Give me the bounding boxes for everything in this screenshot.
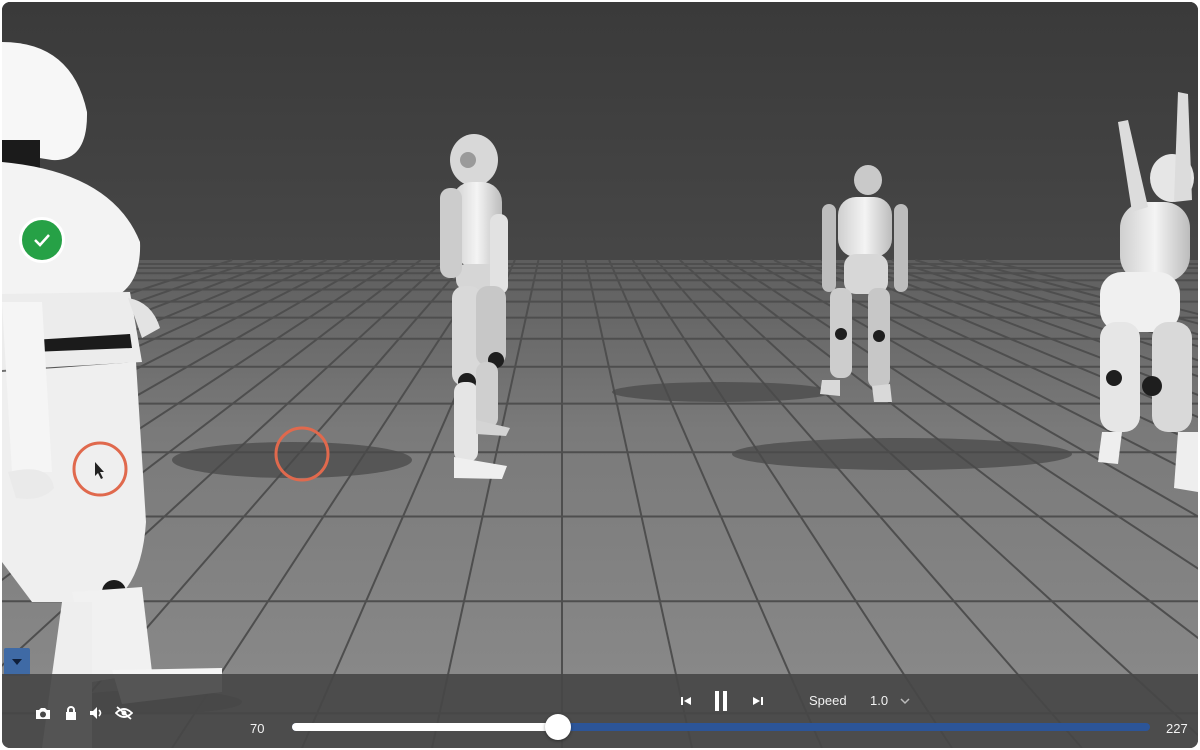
frame-end-label: 227: [1166, 721, 1188, 736]
playback-bar: [2, 674, 1198, 748]
volume-icon[interactable]: [88, 704, 106, 722]
3d-viewport[interactable]: [2, 2, 1198, 748]
app-window: Speed 1.0 70 227: [2, 2, 1198, 748]
skip-back-icon[interactable]: [678, 693, 694, 709]
frame-start-label: 70: [250, 721, 265, 736]
camera-icon[interactable]: [34, 704, 52, 722]
chevron-down-icon: [12, 659, 22, 665]
speed-value: 1.0: [870, 693, 889, 708]
sky-backdrop: [2, 2, 1198, 272]
visibility-off-icon[interactable]: [114, 704, 134, 722]
panel-toggle-button[interactable]: [4, 648, 30, 676]
timeline-progress: [292, 723, 558, 731]
speed-label: Speed: [809, 693, 847, 708]
skip-forward-icon[interactable]: [750, 693, 766, 709]
timeline-slider[interactable]: [292, 714, 1150, 740]
timeline-thumb[interactable]: [544, 714, 571, 740]
pause-icon[interactable]: [710, 688, 732, 714]
lock-icon[interactable]: [62, 704, 80, 722]
chevron-down-icon: [900, 698, 910, 705]
speed-select[interactable]: 1.0: [868, 691, 914, 711]
check-icon[interactable]: [19, 217, 65, 263]
